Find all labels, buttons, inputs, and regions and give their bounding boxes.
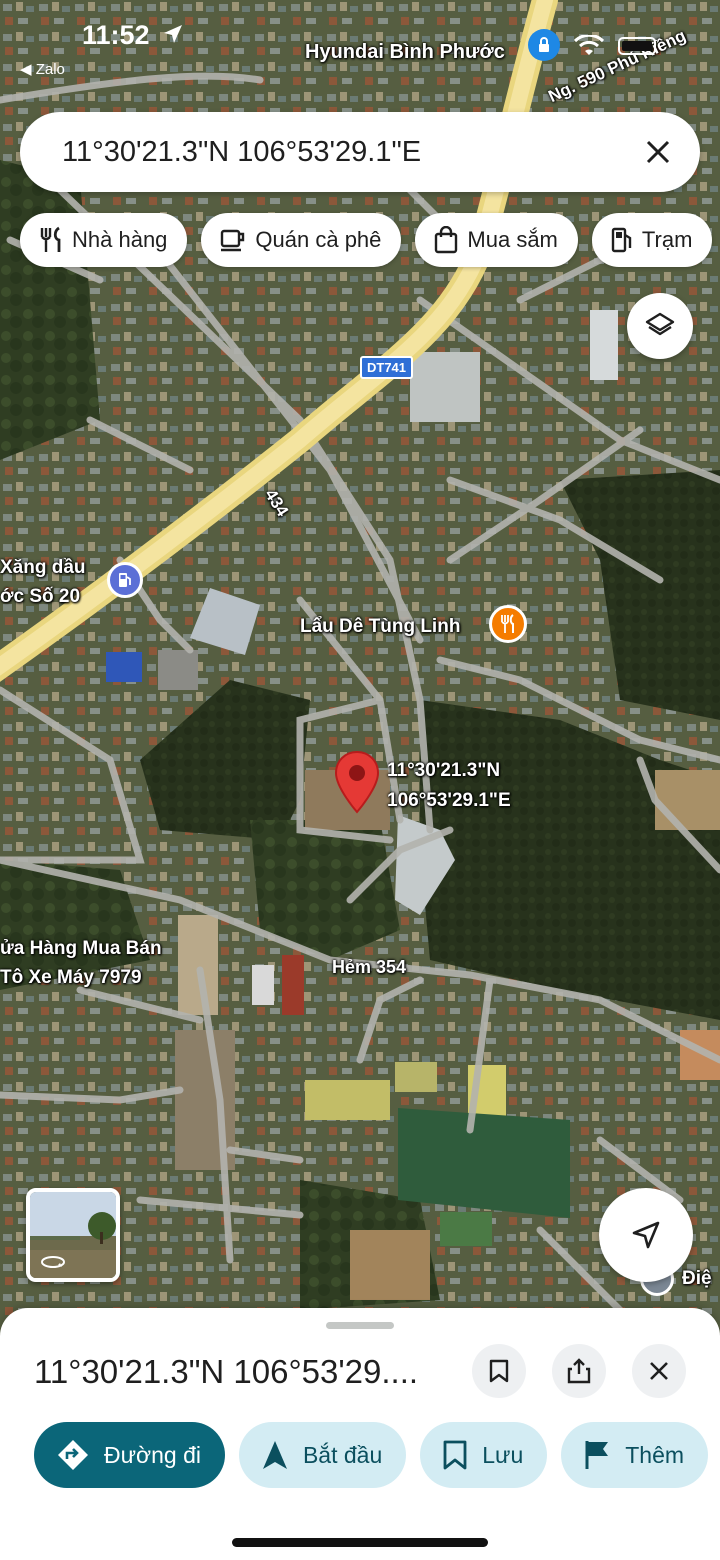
wifi-icon — [574, 35, 604, 55]
save-icon-button[interactable] — [472, 1344, 526, 1398]
search-bar[interactable]: 11°30'21.3"N 106°53'29.1"E — [20, 112, 700, 192]
map-label-restaurant[interactable]: Lẩu Dê Tùng Linh — [300, 616, 460, 638]
home-indicator[interactable] — [232, 1538, 488, 1547]
navigation-arrow-icon — [262, 1441, 287, 1469]
place-bottom-sheet[interactable]: 11°30'21.3"N 106°53'29.... Đường đi Bắt … — [0, 1308, 720, 1560]
save-button[interactable]: Lưu — [420, 1422, 548, 1488]
layers-button[interactable] — [627, 293, 693, 359]
status-time: 11:52 — [82, 20, 185, 51]
map-label-electric[interactable]: Điệ — [682, 1268, 712, 1290]
map-label-gas-station-line1[interactable]: Xăng dầu — [0, 557, 86, 579]
privacy-lock-icon — [528, 29, 560, 61]
restaurant-poi-icon[interactable] — [489, 605, 527, 643]
more-button[interactable]: Thêm — [561, 1422, 709, 1488]
close-icon — [646, 140, 670, 164]
gas-station-poi-icon[interactable] — [107, 562, 143, 598]
location-arrow-icon — [164, 25, 183, 43]
chip-label: Mua sắm — [467, 227, 558, 252]
coffee-cup-icon — [221, 229, 245, 252]
fork-knife-icon — [40, 226, 61, 252]
chip-gas-station[interactable]: Trạm — [591, 213, 713, 267]
chip-label: Quán cà phê — [255, 227, 382, 252]
shopping-bag-icon — [435, 226, 458, 254]
route-shield-dt741: DT741 — [360, 356, 414, 379]
chip-restaurants[interactable]: Nhà hàng — [20, 213, 188, 267]
share-button[interactable] — [552, 1344, 606, 1398]
sheet-drag-handle[interactable] — [326, 1322, 394, 1329]
directions-icon — [58, 1440, 88, 1470]
rotate-360-icon — [41, 1256, 65, 1268]
action-label: Bắt đầu — [302, 1441, 383, 1468]
close-sheet-button[interactable] — [632, 1344, 686, 1398]
clear-search-button[interactable] — [636, 130, 680, 174]
start-button[interactable]: Bắt đầu — [238, 1422, 407, 1488]
chip-shopping[interactable]: Mua sắm — [415, 213, 578, 267]
navigation-arrow-icon — [632, 1221, 660, 1249]
place-title: 11°30'21.3"N 106°53'29.... — [34, 1353, 419, 1390]
flag-icon — [585, 1441, 609, 1469]
action-label: Lưu — [482, 1441, 524, 1468]
pin-label-latitude: 11°30'21.3"N — [387, 760, 501, 781]
map-label-gas-station-line2[interactable]: ớc Số 20 — [0, 586, 80, 608]
share-icon — [567, 1358, 591, 1384]
status-icons — [528, 29, 658, 61]
action-buttons: Đường đi Bắt đầu Lưu Thêm — [34, 1422, 709, 1488]
location-pin-icon[interactable] — [334, 750, 380, 814]
map-label-shop-line2[interactable]: Tô Xe Máy 7979 — [0, 967, 142, 989]
map-label-alley: Hẻm 354 — [332, 957, 407, 977]
back-to-app-link[interactable]: ◀ Zalo — [20, 60, 65, 78]
map-label-hyundai[interactable]: Hyundai Bình Phước — [305, 41, 505, 63]
chip-label: Trạm — [641, 227, 693, 252]
my-location-button[interactable] — [599, 1188, 693, 1282]
bookmark-icon — [443, 1440, 467, 1470]
action-label: Đường đi — [104, 1441, 201, 1468]
street-view-thumbnail[interactable] — [26, 1188, 120, 1282]
directions-button[interactable]: Đường đi — [34, 1422, 225, 1488]
chip-label: Nhà hàng — [72, 227, 168, 252]
bookmark-icon — [489, 1359, 509, 1383]
chip-coffee[interactable]: Quán cà phê — [201, 213, 402, 267]
category-chips: Nhà hàng Quán cà phê Mua sắm Trạm — [20, 213, 713, 267]
layers-icon — [645, 312, 675, 336]
gas-pump-icon — [611, 227, 632, 253]
close-icon — [650, 1362, 668, 1380]
pin-label-longitude: 106°53'29.1"E — [387, 790, 511, 811]
map-label-shop-line1[interactable]: ửa Hàng Mua Bán — [0, 938, 162, 960]
battery-icon — [618, 37, 656, 55]
action-label: Thêm — [625, 1441, 685, 1468]
search-input[interactable]: 11°30'21.3"N 106°53'29.1"E — [62, 136, 421, 169]
